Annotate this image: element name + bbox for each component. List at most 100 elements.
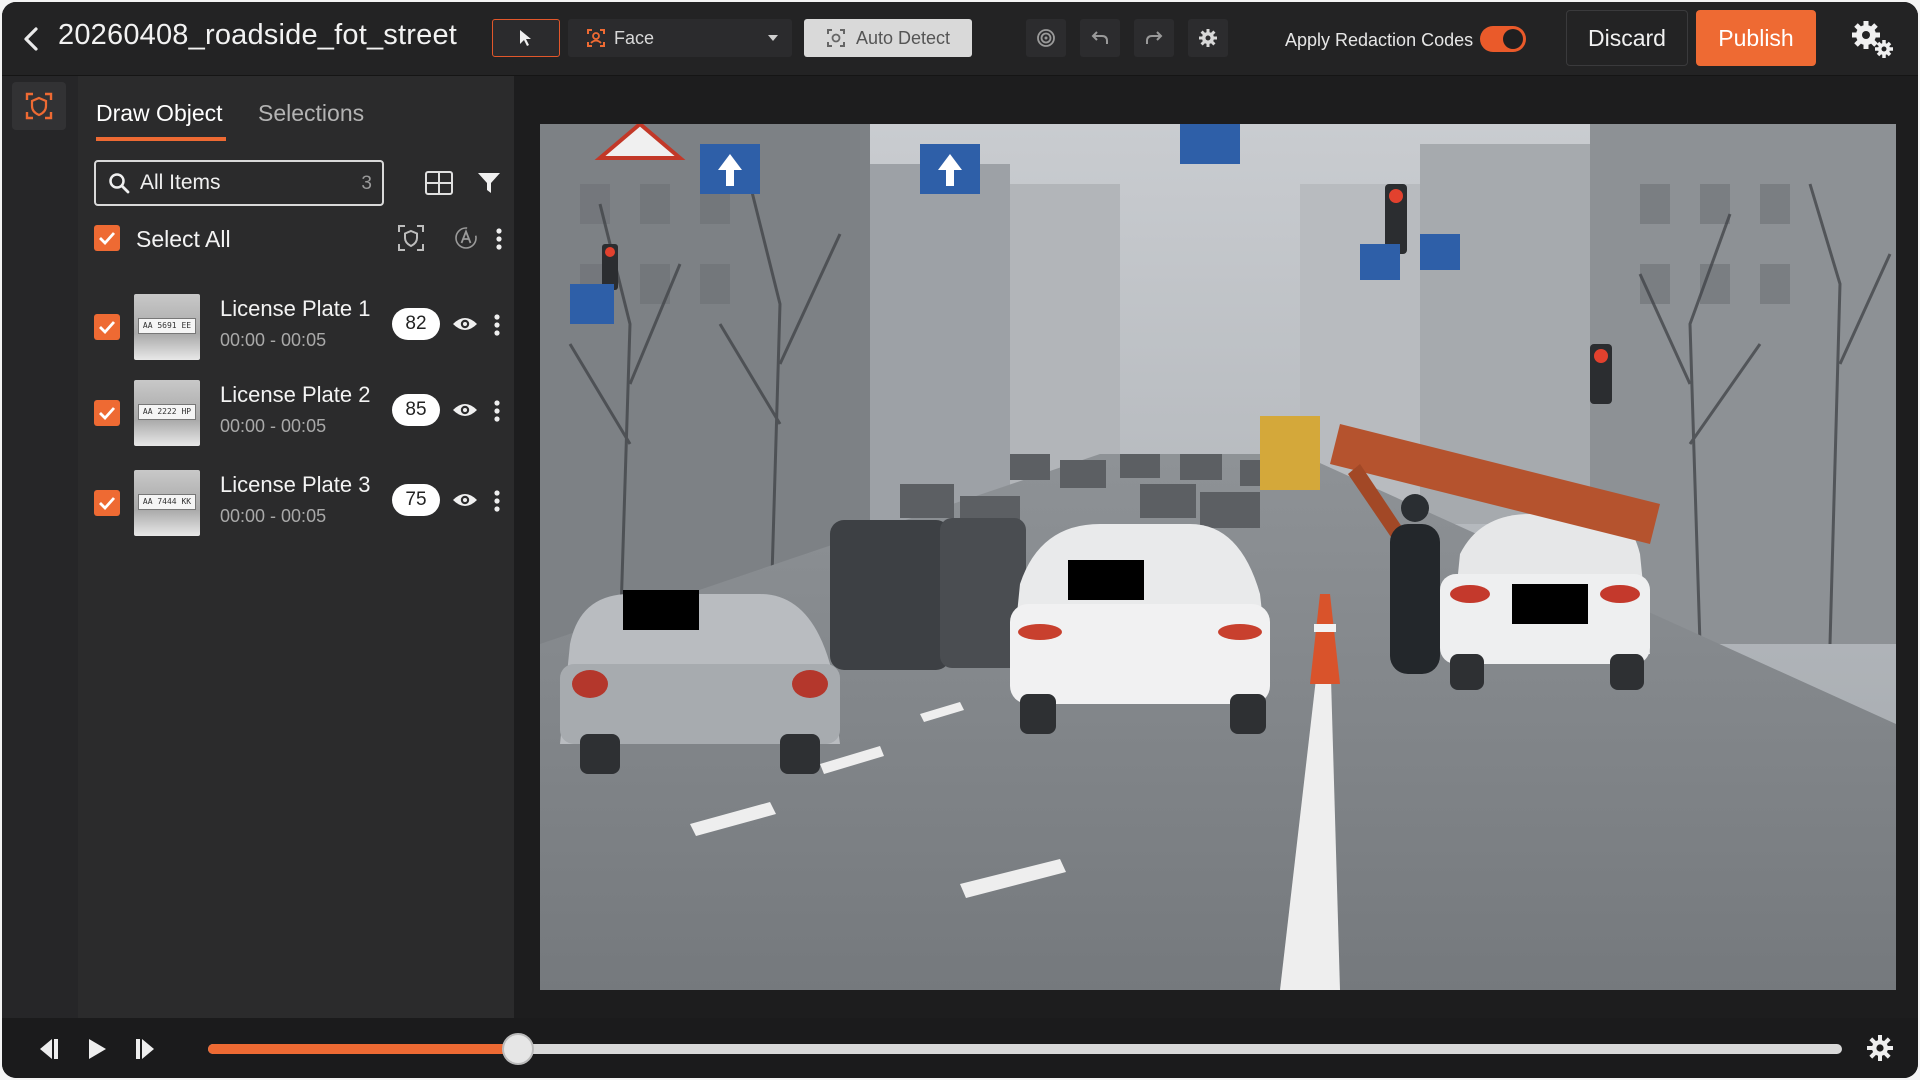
redaction-box <box>623 590 699 630</box>
auto-detect-button[interactable]: Auto Detect <box>804 19 972 57</box>
kebab-icon <box>496 228 502 250</box>
tab-selections[interactable]: Selections <box>258 100 364 127</box>
chevron-down-icon <box>768 35 778 41</box>
grid-icon <box>425 171 453 195</box>
item-more-button[interactable] <box>492 312 502 338</box>
list-item[interactable]: AA 5691 EE License Plate 1 00:00 - 00:05… <box>78 284 514 364</box>
item-time-range: 00:00 - 00:05 <box>220 330 327 350</box>
step-forward-icon <box>136 1039 154 1059</box>
item-thumbnail: AA 2222 HP <box>134 380 200 446</box>
rail-item-redaction[interactable] <box>12 82 66 130</box>
document-title: 20260408_roadside_fot_street <box>58 19 458 51</box>
shield-face-icon <box>25 92 53 120</box>
item-name: License Plate 1 <box>220 296 371 321</box>
timeline-scrubber[interactable] <box>208 1033 1842 1065</box>
redaction-box <box>1068 560 1144 600</box>
video-frame[interactable] <box>540 124 1896 990</box>
item-checkbox[interactable] <box>94 490 120 516</box>
previous-frame-button[interactable] <box>32 1034 62 1064</box>
list-item[interactable]: AA 2222 HP License Plate 2 00:00 - 00:05… <box>78 370 514 450</box>
next-frame-button[interactable] <box>132 1034 162 1064</box>
redaction-box <box>1512 584 1588 624</box>
eye-icon <box>453 318 477 330</box>
back-button[interactable] <box>16 22 46 56</box>
checkmark-icon <box>99 497 116 510</box>
play-icon <box>89 1039 106 1059</box>
redaction-editor-window: 20260408_roadside_fot_street Face Auto D… <box>2 2 1918 1078</box>
left-rail <box>2 76 78 1018</box>
item-more-button[interactable] <box>492 488 502 514</box>
timeline-progress <box>208 1044 519 1054</box>
bulk-label-button[interactable] <box>452 223 480 253</box>
plate-text: AA 5691 EE <box>142 321 192 330</box>
toggle-knob <box>1503 29 1523 49</box>
discard-button[interactable]: Discard <box>1566 10 1688 66</box>
eye-icon <box>453 494 477 506</box>
kebab-icon <box>494 490 500 512</box>
tab-draw-object[interactable]: Draw Object <box>96 100 223 127</box>
plate-image: AA 2222 HP <box>138 404 196 420</box>
publish-button[interactable]: Publish <box>1696 10 1816 66</box>
plate-text: AA 7444 KK <box>142 497 192 506</box>
item-checkbox[interactable] <box>94 314 120 340</box>
search-icon <box>109 173 130 194</box>
target-button[interactable] <box>1026 19 1066 57</box>
visibility-toggle[interactable] <box>452 314 478 334</box>
plate-text: AA 2222 HP <box>142 407 192 416</box>
search-result-count: 3 <box>361 173 372 194</box>
step-back-icon <box>40 1039 58 1059</box>
cursor-icon <box>520 30 531 46</box>
kebab-icon <box>494 314 500 336</box>
visibility-toggle[interactable] <box>452 490 478 510</box>
gear-icon <box>1867 1035 1893 1061</box>
item-thumbnail: AA 5691 EE <box>134 294 200 360</box>
checkmark-icon <box>99 407 116 420</box>
tool-settings-button[interactable] <box>1188 19 1228 57</box>
street-scene-image <box>540 124 1896 990</box>
checkmark-icon <box>99 232 116 245</box>
playback-bar <box>2 1018 1918 1078</box>
global-settings-button[interactable] <box>1848 16 1898 62</box>
apply-redaction-toggle[interactable] <box>1480 26 1526 52</box>
timeline-handle[interactable] <box>502 1033 535 1065</box>
face-tool-dropdown[interactable]: Face <box>568 19 792 57</box>
auto-detect-icon <box>826 29 845 47</box>
select-all-checkbox[interactable] <box>94 225 120 251</box>
visibility-toggle[interactable] <box>452 400 478 420</box>
filter-icon <box>478 173 500 193</box>
search-placeholder: All Items <box>140 171 221 194</box>
select-all-more-button[interactable] <box>494 226 504 252</box>
bulk-redact-button[interactable] <box>396 223 426 253</box>
select-tool-button[interactable] <box>492 19 560 57</box>
grid-view-button[interactable] <box>424 168 454 198</box>
item-more-button[interactable] <box>492 398 502 424</box>
apply-redaction-label: Apply Redaction Codes <box>1285 30 1474 50</box>
item-checkbox[interactable] <box>94 400 120 426</box>
item-name: License Plate 2 <box>220 382 371 407</box>
gears-icon <box>1852 21 1893 58</box>
kebab-icon <box>494 400 500 422</box>
item-thumbnail: AA 7444 KK <box>134 470 200 536</box>
confidence-badge: 82 <box>392 308 440 340</box>
undo-button[interactable] <box>1080 19 1120 57</box>
face-scan-icon <box>587 29 605 47</box>
redo-button[interactable] <box>1134 19 1174 57</box>
objects-panel: Draw Object Selections All Items 3 Selec… <box>78 76 514 1018</box>
item-time-range: 00:00 - 00:05 <box>220 416 327 436</box>
undo-icon <box>1091 31 1108 44</box>
auto-detect-label: Auto Detect <box>855 27 951 48</box>
item-name: License Plate 3 <box>220 472 371 497</box>
gear-icon <box>1199 29 1217 47</box>
item-time-range: 00:00 - 00:05 <box>220 506 327 526</box>
playback-settings-button[interactable] <box>1866 1034 1896 1064</box>
select-all-label: Select All <box>136 226 231 252</box>
search-input[interactable]: All Items 3 <box>94 160 384 206</box>
plate-image: AA 5691 EE <box>138 318 196 334</box>
confidence-badge: 85 <box>392 394 440 426</box>
filter-button[interactable] <box>476 170 502 196</box>
play-button[interactable] <box>82 1034 112 1064</box>
confidence-badge: 75 <box>392 484 440 516</box>
chevron-left-icon <box>24 27 38 51</box>
checkmark-icon <box>99 321 116 334</box>
list-item[interactable]: AA 7444 KK License Plate 3 00:00 - 00:05… <box>78 460 514 540</box>
